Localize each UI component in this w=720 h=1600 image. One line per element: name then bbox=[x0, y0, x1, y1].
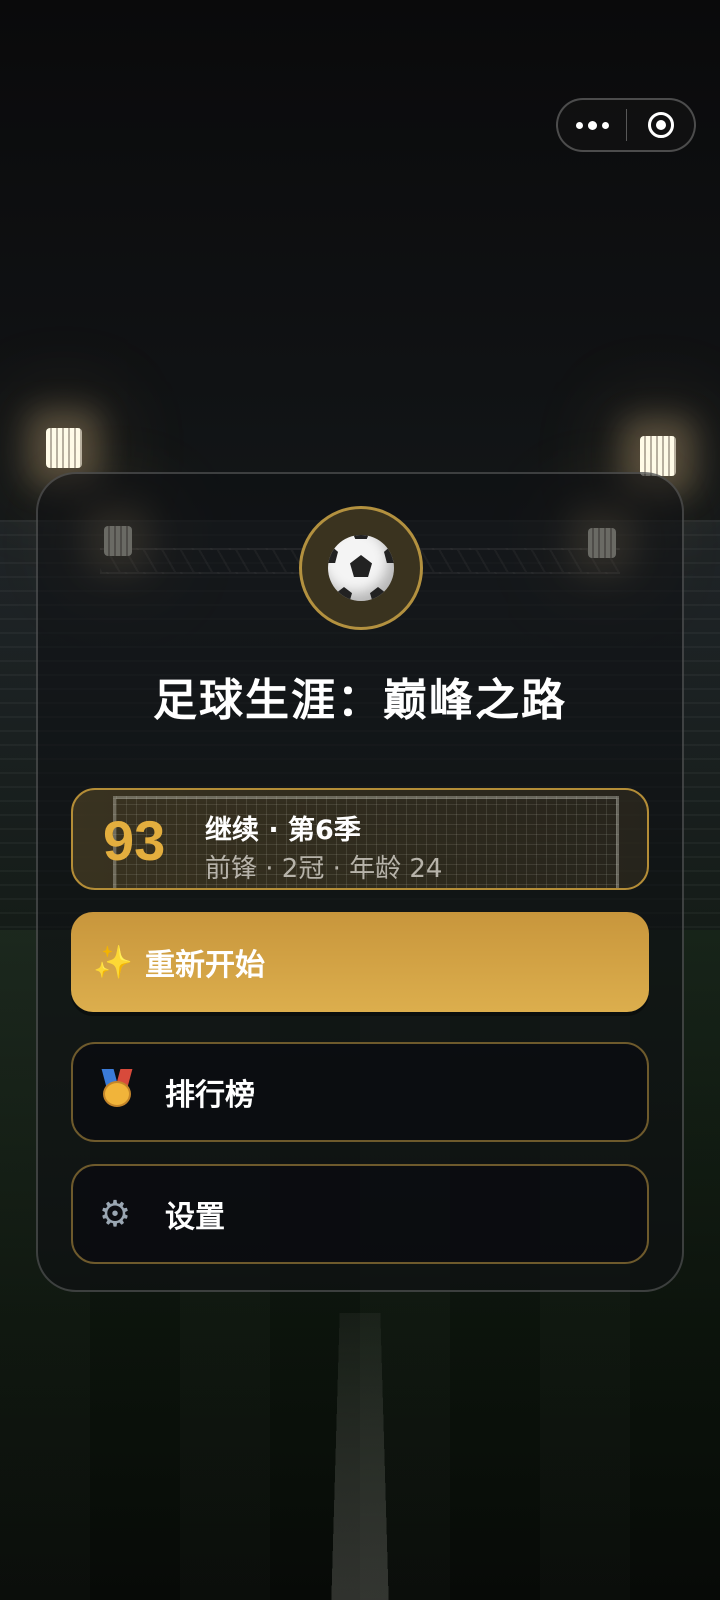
restart-button[interactable]: ✨ 重新开始 bbox=[71, 912, 649, 1012]
medal-icon bbox=[95, 1069, 139, 1115]
mini-program-capsule bbox=[556, 98, 696, 152]
game-title: 足球生涯：巅峰之路 bbox=[153, 675, 567, 726]
leaderboard-label: 排行榜 bbox=[165, 1078, 255, 1113]
continue-career-button[interactable]: 93 继续 · 第6季 前锋 · 2冠 · 年龄 24 bbox=[71, 788, 649, 890]
sparkles-icon: ✨ bbox=[93, 943, 133, 981]
main-menu-card: 足球生涯：巅峰之路 93 继续 · 第6季 前锋 · 2冠 · 年龄 24 ✨ … bbox=[36, 472, 684, 1292]
soccer-ball-icon bbox=[299, 506, 423, 630]
game-screen: 足球生涯：巅峰之路 93 继续 · 第6季 前锋 · 2冠 · 年龄 24 ✨ … bbox=[0, 0, 720, 1600]
floodlight bbox=[640, 436, 676, 476]
restart-label: 重新开始 bbox=[145, 948, 265, 983]
gear-icon: ⚙ bbox=[98, 1193, 132, 1235]
settings-label: 设置 bbox=[165, 1200, 225, 1235]
player-rating: 93 bbox=[103, 809, 166, 872]
career-summary: 前锋 · 2冠 · 年龄 24 bbox=[205, 854, 443, 884]
continue-season-label: 继续 · 第6季 bbox=[205, 815, 361, 846]
leaderboard-button[interactable]: 排行榜 bbox=[71, 1042, 649, 1142]
more-dots-icon[interactable] bbox=[558, 100, 626, 150]
settings-button[interactable]: ⚙ 设置 bbox=[71, 1164, 649, 1264]
target-close-icon[interactable] bbox=[627, 100, 694, 150]
pitch-center-line bbox=[330, 1312, 390, 1600]
floodlight bbox=[46, 428, 82, 468]
